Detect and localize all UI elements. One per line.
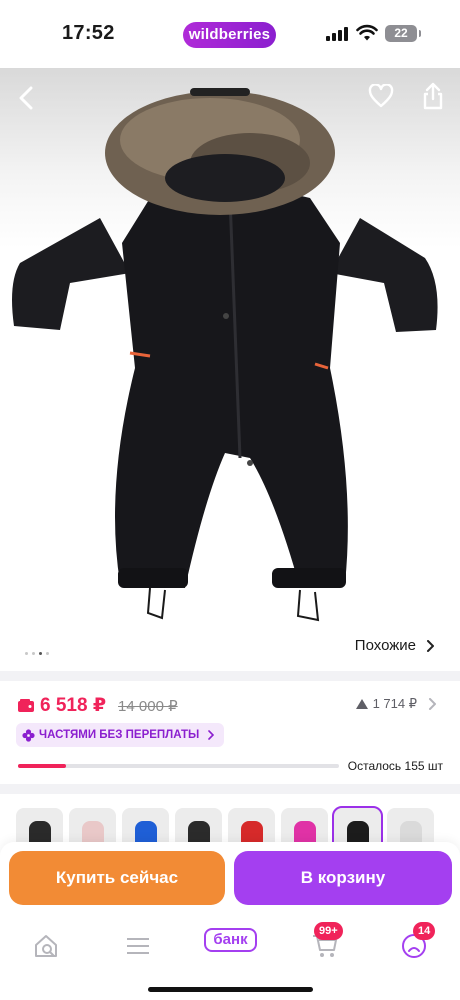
product-photo[interactable] xyxy=(0,68,460,668)
installment-label: ЧАСТЯМИ БЕЗ ПЕРЕПЛАТЫ xyxy=(39,729,200,741)
chevron-right-icon xyxy=(429,698,436,710)
flower-icon xyxy=(22,728,35,742)
gallery-dot xyxy=(46,652,49,655)
stock-progress-fill xyxy=(18,764,67,768)
old-price: 14 000 ₽ xyxy=(118,697,178,715)
cart-badge: 99+ xyxy=(314,922,343,940)
favorite-button[interactable] xyxy=(365,80,397,112)
buy-now-button[interactable]: Купить сейчас xyxy=(9,851,225,905)
nav-catalog[interactable] xyxy=(118,926,158,966)
battery-icon: 22 xyxy=(385,25,421,42)
chevron-left-icon xyxy=(19,86,33,110)
similar-label: Похожие xyxy=(354,637,416,654)
nav-home[interactable] xyxy=(26,926,66,966)
divider xyxy=(0,671,460,681)
gallery-dot-active xyxy=(39,652,42,655)
nav-bank[interactable]: банк xyxy=(204,928,257,952)
add-to-cart-button[interactable]: В корзину xyxy=(234,851,452,905)
stock-progress xyxy=(18,764,339,768)
share-button[interactable] xyxy=(417,80,449,112)
status-time: 17:52 xyxy=(62,22,115,44)
share-icon xyxy=(423,82,443,110)
chevron-right-icon xyxy=(427,639,434,652)
action-bar: Купить сейчас В корзину xyxy=(0,842,460,916)
back-button[interactable] xyxy=(10,82,42,114)
wallet-icon xyxy=(18,699,34,712)
menu-icon xyxy=(127,938,149,954)
chevron-right-icon xyxy=(208,730,215,740)
stock-label: Осталось 155 шт xyxy=(347,759,443,773)
triangle-up-icon xyxy=(355,699,368,709)
price-row: 6 518 ₽ 14 000 ₽ xyxy=(18,694,178,717)
wifi-icon xyxy=(356,24,378,41)
price-history[interactable]: 1 714 ₽ xyxy=(355,696,436,712)
heart-icon xyxy=(368,84,394,108)
status-bar: 17:52 wildberries 22 xyxy=(0,0,460,68)
gallery-dot xyxy=(32,652,35,655)
cellular-signal-icon xyxy=(326,27,348,41)
gallery-dot xyxy=(25,652,28,655)
divider xyxy=(0,784,460,794)
home-indicator xyxy=(148,987,313,992)
current-price: 6 518 ₽ xyxy=(40,695,107,716)
profile-badge: 14 xyxy=(413,922,436,940)
price-history-value: 1 714 ₽ xyxy=(372,696,417,711)
installment-badge[interactable]: ЧАСТЯМИ БЕЗ ПЕРЕПЛАТЫ xyxy=(16,723,225,747)
home-search-icon xyxy=(35,935,57,957)
similar-link[interactable]: Похожие xyxy=(355,637,434,654)
brand-pill[interactable]: wildberries xyxy=(183,22,276,48)
gallery-dots xyxy=(25,652,49,655)
product-image xyxy=(12,88,438,622)
